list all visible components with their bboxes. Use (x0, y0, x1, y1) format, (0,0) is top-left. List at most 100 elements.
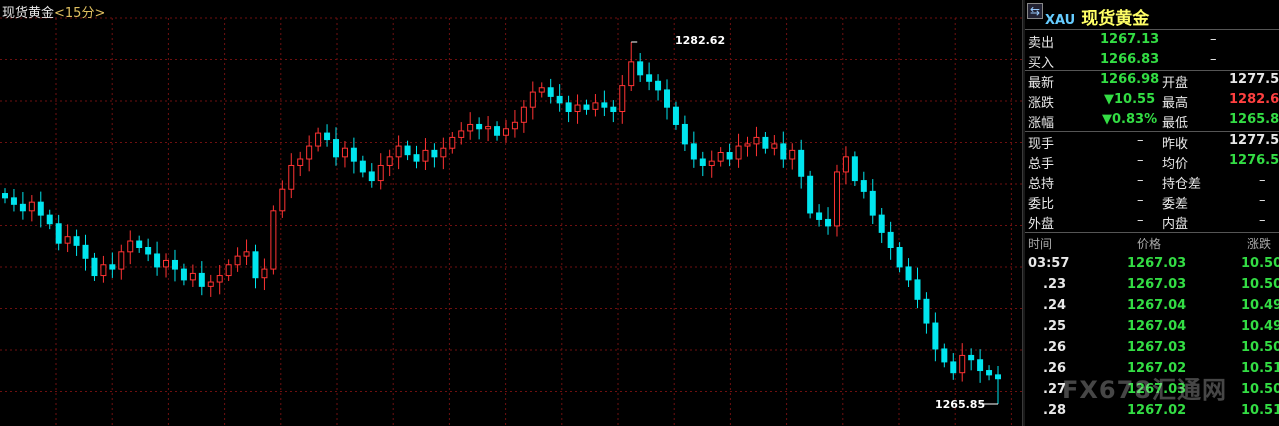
candle (494, 121, 501, 141)
candle (46, 209, 53, 230)
candle (73, 229, 80, 256)
tick-time: .28 (1043, 403, 1067, 418)
candle (735, 133, 742, 168)
buy-row: 买入 1266.83 – (1025, 51, 1279, 71)
sell-label: 卖出 (1028, 36, 1055, 51)
candle (816, 204, 823, 227)
candle (458, 122, 465, 145)
ticks-time-header: 时间 (1028, 237, 1053, 251)
total-hand-value: – (1137, 153, 1144, 168)
candle (986, 365, 993, 381)
candle (350, 137, 357, 174)
high-label: 最高 (1162, 96, 1189, 111)
candle (207, 274, 214, 297)
candle (995, 366, 1001, 404)
latest-label: 最新 (1028, 76, 1055, 91)
candle (690, 131, 697, 168)
hand-label: 现手 (1028, 137, 1055, 152)
candle (610, 100, 617, 123)
pct-row: 涨幅 ▼0.83% 最低 1265.85 (1025, 111, 1279, 131)
tick-time: .25 (1043, 319, 1067, 334)
latest-row: 最新 1266.98 开盘 1277.53 (1025, 71, 1279, 91)
tick-row: .26 1267.03 10.50 (1025, 339, 1279, 360)
candle (136, 235, 143, 253)
tick-change: 10.50 (1241, 277, 1279, 292)
candle (288, 153, 295, 199)
candle (637, 53, 644, 82)
candle (851, 151, 858, 186)
candle (959, 343, 966, 382)
total-hand-row: 总手 – 均价 1276.55 (1025, 152, 1279, 172)
total-hand-label: 总手 (1028, 157, 1055, 172)
watermark-logo: FX678汇通网 (1062, 376, 1227, 404)
candle (950, 353, 957, 380)
candle (878, 207, 885, 243)
candle (717, 147, 724, 167)
candle (726, 143, 733, 167)
candle (672, 101, 679, 130)
candle (189, 264, 196, 288)
candle (198, 261, 205, 296)
candle (789, 143, 796, 170)
tick-price: 1267.02 (1127, 403, 1187, 418)
candle (914, 267, 921, 309)
inner-label: 内盘 (1162, 217, 1189, 232)
candle (977, 349, 984, 383)
symbol-name: 现货黄金 (1081, 9, 1150, 29)
candle (476, 117, 483, 140)
tick-price: 1267.04 (1127, 319, 1187, 334)
outer-label: 外盘 (1028, 217, 1055, 232)
latest-value: 1266.98 (1100, 72, 1160, 87)
tick-time: .23 (1043, 277, 1067, 292)
tick-price: 1267.03 (1127, 340, 1187, 355)
sell-volume: – (1210, 32, 1217, 47)
ratio-label: 委比 (1028, 197, 1055, 212)
candle (431, 143, 438, 168)
chart-title: 现货黄金<15分> (2, 2, 105, 21)
candle (100, 255, 107, 283)
candle (807, 170, 814, 219)
tick-row: .24 1267.04 10.49 (1025, 297, 1279, 318)
outer-row: 外盘 – 内盘 – (1025, 212, 1279, 232)
candle (171, 249, 178, 282)
pct-label: 涨幅 (1028, 116, 1055, 131)
candle (699, 151, 706, 177)
order-diff-value: – (1259, 193, 1266, 208)
candle (923, 292, 930, 334)
candle (216, 264, 223, 295)
candle (234, 247, 241, 272)
candle (297, 151, 304, 177)
interval-label[interactable]: <15分> (54, 6, 105, 21)
candle (681, 115, 688, 152)
tick-time: 03:57 (1028, 256, 1070, 271)
change-row: 涨跌 ▼10.55 最高 1282.62 (1025, 91, 1279, 111)
instrument-name: 现货黄金 (2, 6, 55, 21)
outer-value: – (1137, 213, 1144, 228)
tick-change: 10.50 (1241, 382, 1279, 397)
candle (413, 145, 420, 169)
candle (28, 195, 35, 222)
hold-diff-label: 持仓差 (1162, 177, 1202, 192)
candle (37, 191, 44, 228)
low-price-label: 1265.85 (935, 398, 986, 411)
hand-row: 现手 – 昨收 1277.53 (1025, 132, 1279, 152)
candle (333, 127, 339, 166)
tick-price: 1267.04 (1127, 298, 1187, 313)
buy-value: 1266.83 (1100, 52, 1160, 67)
candle (55, 214, 62, 251)
candle (485, 116, 492, 142)
open-value: 1277.53 (1229, 72, 1279, 87)
candle (154, 241, 161, 276)
quote-panel: ⇆ XAU 现货黄金 卖出 1267.13 – 买入 1266.83 – 最新 … (1025, 0, 1279, 426)
candle (941, 343, 948, 368)
low-value: 1265.85 (1229, 112, 1279, 127)
candle (386, 149, 393, 177)
candle (449, 132, 456, 154)
candle (932, 312, 939, 362)
candle (896, 242, 903, 273)
ticks-price-header: 价格 (1137, 237, 1162, 251)
chart-area[interactable]: 现货黄金<15分> 1282.62 1265.85 (0, 0, 1022, 426)
high-price-label: 1282.62 (675, 34, 726, 47)
candlestick-chart[interactable] (0, 0, 1022, 426)
avg-value: 1276.55 (1229, 153, 1279, 168)
